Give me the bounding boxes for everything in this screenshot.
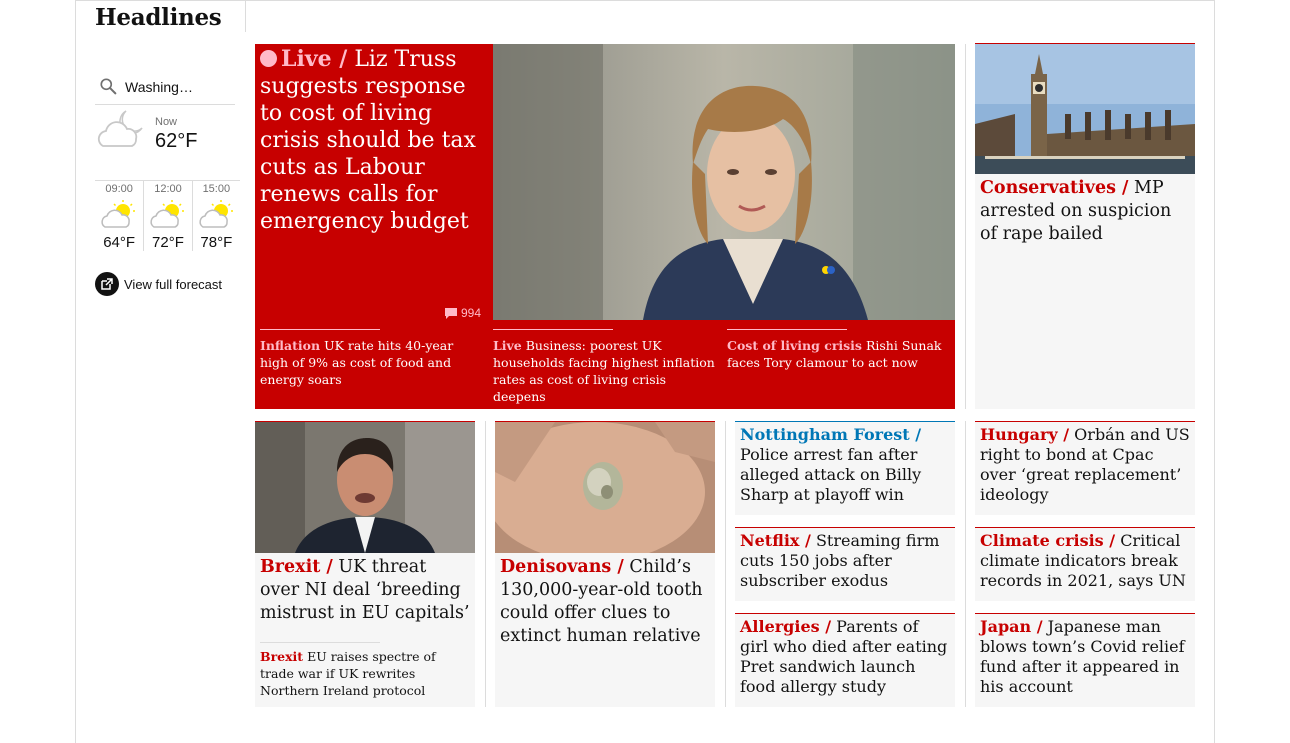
netflix-card[interactable]: Netflix / Streaming firm cuts 150 jobs a… — [735, 527, 955, 601]
search-icon — [100, 78, 117, 95]
now-label: Now — [155, 116, 178, 128]
column-divider — [725, 421, 726, 707]
forecast-temp: 64°F — [103, 234, 136, 251]
card-headline[interactable]: Nottingham Forest / Police arrest fan af… — [735, 422, 955, 505]
leo-varadkar-photo — [255, 422, 475, 553]
section-title: Headlines — [95, 4, 222, 31]
card-headline[interactable]: Japan / Japanese man blows town’s Covid … — [975, 614, 1195, 697]
hero-kicker: Live / — [281, 46, 348, 72]
sublink-kicker: Live — [493, 338, 522, 353]
card-headline[interactable]: Brexit / UK threat over NI deal ‘breedin… — [255, 553, 475, 625]
forecast-slot: 15:00 78°F — [191, 181, 240, 251]
liz-truss-photo — [493, 44, 955, 320]
hero-sublink[interactable]: Live Business: poorest UK households fac… — [493, 329, 718, 405]
view-full-forecast-link[interactable]: View full forecast — [95, 272, 222, 296]
japan-card[interactable]: Japan / Japanese man blows town’s Covid … — [975, 613, 1195, 707]
card-kicker: Denisovans / — [500, 557, 624, 577]
comment-icon — [445, 307, 457, 319]
forecast-time: 12:00 — [154, 183, 182, 195]
comment-count: 994 — [461, 306, 482, 320]
card-kicker: Conservatives / — [980, 178, 1129, 198]
forecast-time: 15:00 — [202, 183, 231, 195]
tooth-in-hand-photo — [495, 422, 715, 553]
card-headline[interactable]: Conservatives / MP arrested on suspicion… — [975, 174, 1195, 246]
partly-cloudy-night-icon — [97, 110, 143, 147]
forecast-slot: 09:00 64°F — [95, 181, 143, 251]
card-kicker: Nottingham Forest / — [740, 425, 922, 444]
hungary-card[interactable]: Hungary / Orbán and US right to bond at … — [975, 421, 1195, 515]
column-divider — [485, 421, 486, 707]
weather-location-search[interactable] — [95, 70, 235, 105]
hero-card[interactable]: Live / Liz Truss suggests response to co… — [255, 44, 955, 409]
forecast-temp: 78°F — [200, 234, 233, 251]
sublink-text: Business: poorest UK households facing h… — [493, 338, 715, 404]
full-forecast-label: View full forecast — [124, 276, 223, 292]
forecast-slot: 12:00 72°F — [143, 181, 191, 251]
card-kicker: Brexit / — [260, 557, 333, 577]
denisovans-card[interactable]: Denisovans / Child’s 130,000-year-old to… — [495, 421, 715, 707]
hero-sublink[interactable]: Inflation UK rate hits 40-year high of 9… — [260, 329, 485, 388]
forecast-time: 09:00 — [105, 183, 133, 195]
card-headline-text: Police arrest fan after alleged attack o… — [740, 445, 922, 504]
live-dot-icon — [260, 50, 277, 67]
hero-sublink[interactable]: Cost of living crisis Rishi Sunak faces … — [727, 329, 952, 371]
location-input[interactable] — [125, 79, 235, 95]
hero-headline[interactable]: Live / Liz Truss suggests response to co… — [260, 46, 485, 235]
top-rule — [75, 0, 1215, 1]
conservatives-card[interactable]: Conservatives / MP arrested on suspicion… — [975, 43, 1195, 409]
big-ben-photo — [975, 44, 1195, 174]
rail-divider — [245, 0, 246, 32]
sublink-kicker: Brexit — [260, 649, 304, 664]
partly-sunny-icon — [199, 200, 233, 228]
partly-sunny-icon — [150, 200, 185, 228]
card-kicker: Allergies / — [740, 617, 832, 636]
sublink-kicker: Inflation — [260, 338, 321, 353]
partly-sunny-icon — [101, 200, 135, 228]
brexit-card[interactable]: Brexit / UK threat over NI deal ‘breedin… — [255, 421, 475, 707]
card-kicker: Climate crisis / — [980, 531, 1116, 550]
forecast-temp: 72°F — [152, 234, 184, 251]
sublink-kicker: Cost of living crisis — [727, 338, 862, 353]
now-temperature: 62°F — [155, 130, 198, 152]
card-headline[interactable]: Netflix / Streaming firm cuts 150 jobs a… — [735, 528, 955, 591]
card-kicker: Japan / — [980, 617, 1043, 636]
climate-crisis-card[interactable]: Climate crisis / Critical climate indica… — [975, 527, 1195, 601]
hero-comment-count[interactable]: 994 — [445, 306, 481, 320]
column-divider — [965, 421, 966, 707]
hourly-forecast: 09:00 64°F 12:00 72°F 15:00 78°F — [95, 180, 240, 251]
card-headline[interactable]: Climate crisis / Critical climate indica… — [975, 528, 1195, 591]
card-headline[interactable]: Denisovans / Child’s 130,000-year-old to… — [495, 553, 715, 648]
card-headline[interactable]: Allergies / Parents of girl who died aft… — [735, 614, 955, 697]
column-divider — [965, 44, 966, 409]
allergies-card[interactable]: Allergies / Parents of girl who died aft… — [735, 613, 955, 707]
card-kicker: Netflix / — [740, 531, 811, 550]
card-sublink[interactable]: Brexit EU raises spectre of trade war if… — [260, 642, 470, 699]
card-kicker: Hungary / — [980, 425, 1070, 444]
external-link-icon — [95, 272, 119, 296]
weather-now: Now 62°F — [95, 106, 235, 176]
card-headline[interactable]: Hungary / Orbán and US right to bond at … — [975, 422, 1195, 505]
hero-headline-text: Liz Truss suggests response to cost of l… — [260, 47, 476, 234]
nottingham-forest-card[interactable]: Nottingham Forest / Police arrest fan af… — [735, 421, 955, 515]
